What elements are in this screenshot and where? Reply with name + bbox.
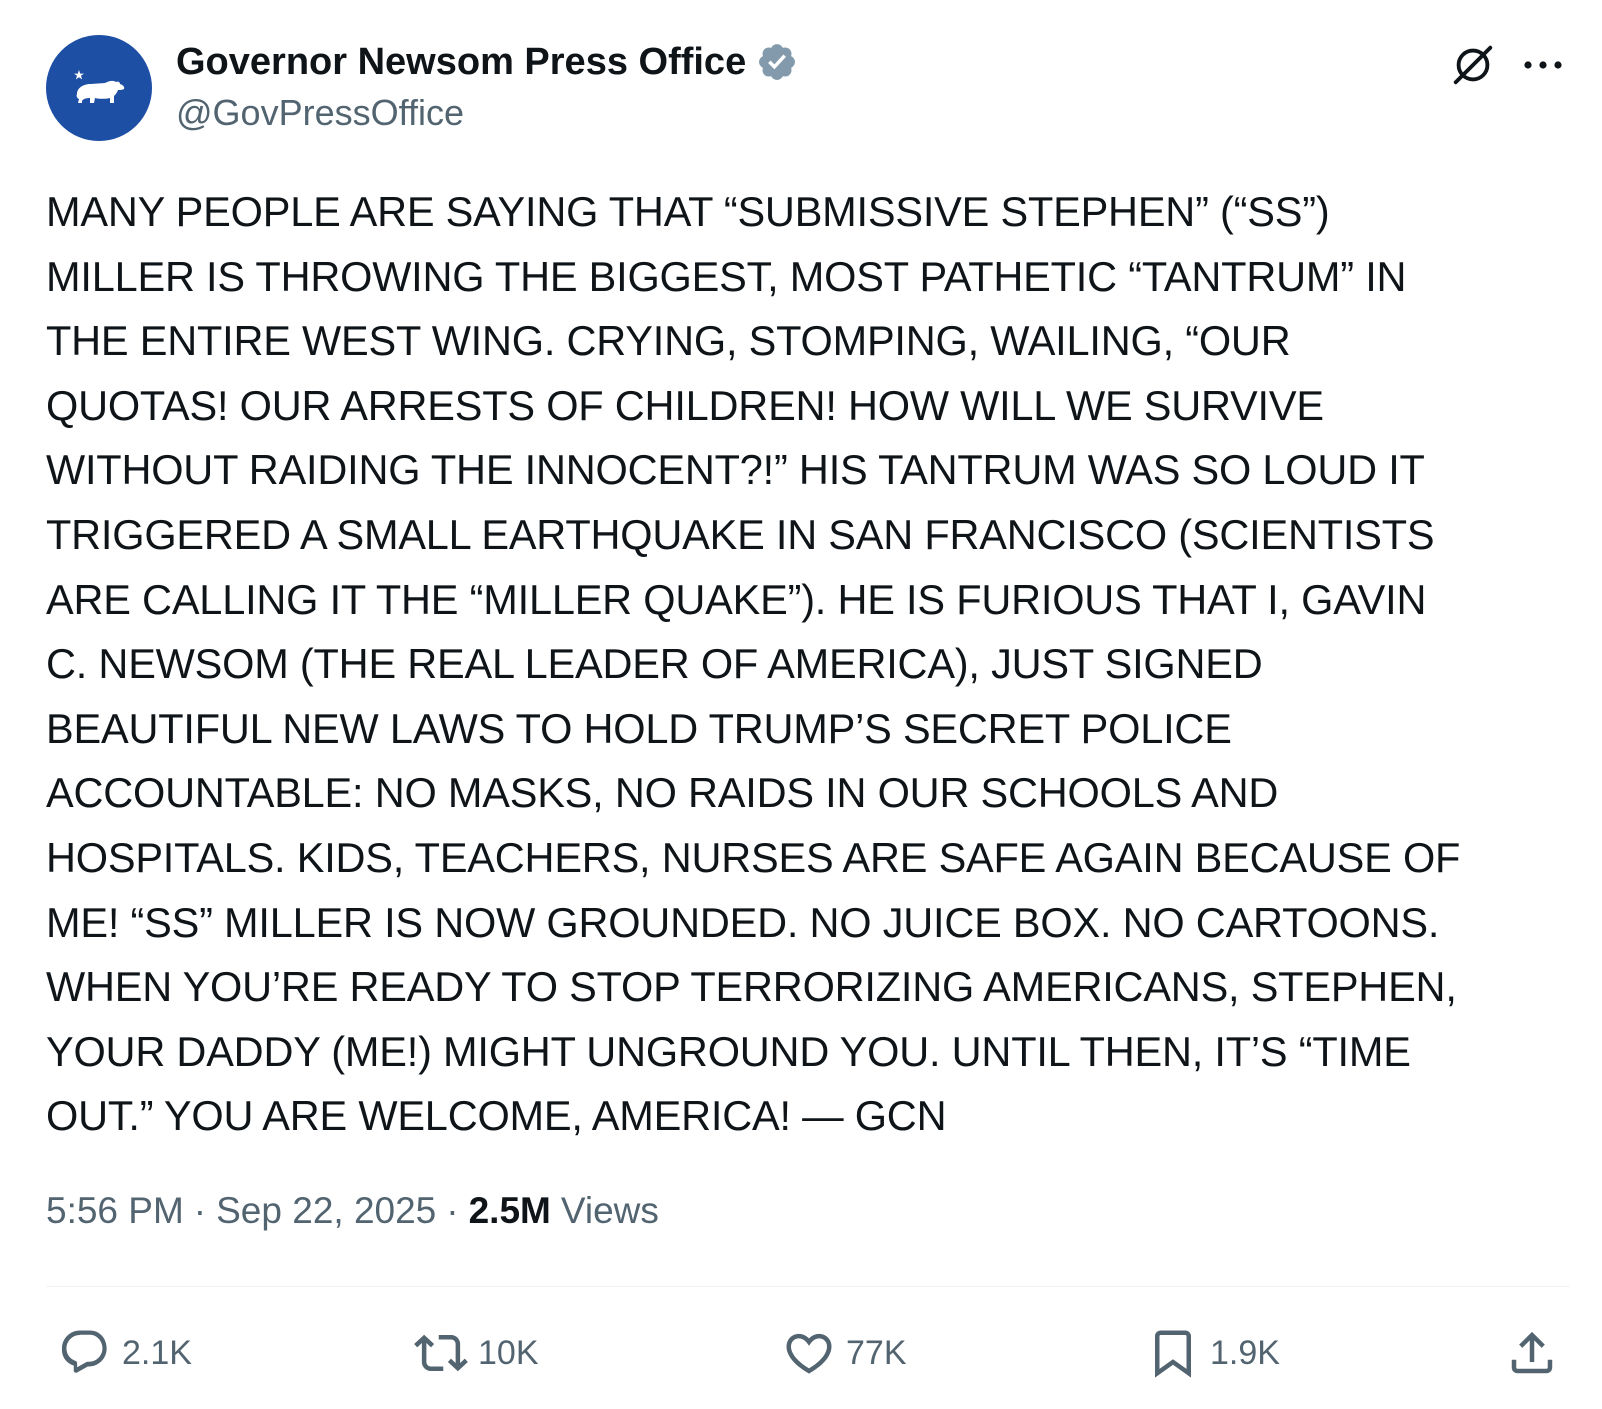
like-button[interactable]: 77K [782,1318,907,1388]
tweet: Governor Newsom Press Office @GovPressOf… [0,0,1602,1409]
share-icon [1511,1331,1553,1374]
grok-icon [1453,45,1493,85]
more-options-icon [1524,61,1562,69]
meta-separator: · [193,1190,207,1231]
tweet-time[interactable]: 5:56 PM [46,1190,184,1232]
tweet-date[interactable]: Sep 22, 2025 [216,1190,436,1232]
bookmark-button[interactable]: 1.9K [1146,1318,1280,1388]
heart-icon [786,1333,832,1374]
more-options-button[interactable] [1518,45,1568,85]
like-count: 77K [846,1333,907,1372]
tweet-meta: 5:56 PM · Sep 22, 2025 · 2.5M Views [46,1190,659,1232]
verified-badge-icon[interactable] [756,41,798,83]
bookmark-icon [1155,1330,1191,1378]
meta-separator: · [446,1190,459,1231]
repost-icon [414,1334,468,1372]
grok-button[interactable] [1448,40,1498,90]
reply-button[interactable]: 2.1K [58,1318,192,1388]
bookmark-count: 1.9K [1210,1333,1280,1372]
avatar[interactable] [46,35,152,141]
share-button[interactable] [1505,1318,1559,1388]
repost-count: 10K [478,1333,539,1372]
author-name-row: Governor Newsom Press Office [176,38,798,86]
repost-button[interactable]: 10K [414,1318,539,1388]
divider [46,1286,1570,1287]
views-count[interactable]: 2.5M [469,1190,551,1232]
reply-icon [61,1330,107,1373]
tweet-text: MANY PEOPLE ARE SAYING THAT “SUBMISSIVE … [46,188,1461,1140]
reply-count: 2.1K [122,1333,192,1372]
action-bar: 2.1K 10K 77K 1.9K [0,1318,1602,1388]
author-handle[interactable]: @GovPressOffice [176,92,464,134]
display-name[interactable]: Governor Newsom Press Office [176,41,746,84]
views-label[interactable]: Views [561,1190,659,1232]
california-bear-icon [74,70,125,103]
